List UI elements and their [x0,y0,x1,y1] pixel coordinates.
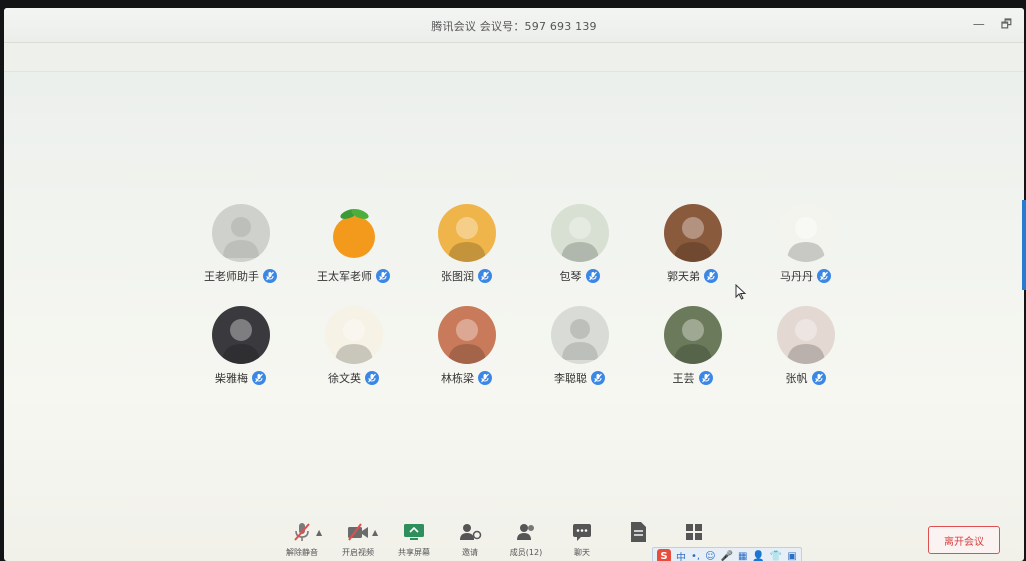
unmute-options-chevron-icon[interactable]: ▲ [316,528,322,537]
mic-muted-badge-icon [263,269,277,283]
ime-item[interactable]: ▣ [787,551,796,561]
participant-tile[interactable]: 马丹丹 [749,204,862,284]
participant-tile[interactable]: 包琴 [523,204,636,284]
ime-item[interactable]: 👕 [770,551,782,561]
start-video-label: 开启视频 [342,548,374,557]
meeting-info-bar [4,43,1024,72]
participant-avatar [437,204,496,262]
invite-button[interactable]: 邀请 [442,520,498,558]
default-avatar-icon [211,204,270,262]
participant-avatar [663,204,722,262]
participant-tile[interactable]: 李聪聪 [523,306,636,386]
ime-item[interactable]: ☺ [705,551,715,561]
share-screen-label: 共享屏幕 [398,548,430,557]
share-screen-icon [401,520,427,544]
ime-item[interactable]: 中 [676,549,686,561]
unmute-label: 解除静音 [286,548,318,557]
participant-name: 王老师助手 [204,270,259,283]
chat-label: 聊天 [574,548,590,557]
mic-muted-badge-icon [478,371,492,385]
members-icon [513,520,539,544]
participant-tile[interactable]: 林栋梁 [410,306,523,386]
meeting-window: 腾讯会议 会议号：597 693 139 — 🗗 王老师助手 王太军老师 张图润 包琴… [4,8,1024,561]
participant-avatar [663,306,722,364]
mic-muted-badge-icon [252,371,266,385]
participant-avatar [437,306,496,364]
mic-muted-badge-icon [376,269,390,283]
mic-muted-badge-icon [585,269,600,283]
mic-muted-badge-icon [698,371,713,385]
participant-grid: 王老师助手 王太军老师 张图润 包琴 郭天弟 马丹丹柴雅梅 徐文英 林栋梁 李聪聪 王芸 张帆 [184,204,864,386]
participant-avatar [324,306,383,364]
participant-avatar [211,306,270,364]
ime-toolbar: S 中 •, ☺ 🎤 ▦ 👤 👕 ▣ [652,547,802,561]
participant-avatar [550,204,609,262]
mic-muted-icon [289,520,315,544]
participant-name: 徐文英 [328,372,361,385]
chat-button[interactable]: 聊天 [554,520,610,558]
invite-label: 邀请 [462,548,478,557]
participant-tile[interactable]: 王芸 [636,306,749,386]
start-video-button[interactable]: ▲ 开启视频 [330,520,386,558]
participant-name: 王芸 [672,372,695,385]
video-options-chevron-icon[interactable]: ▲ [372,528,378,537]
chat-icon [569,520,595,544]
restore-button[interactable]: 🗗 [1001,17,1012,31]
mouse-cursor-icon [735,284,747,300]
ime-item[interactable]: 👤 [752,551,764,561]
default-avatar-icon [550,306,609,364]
participant-name: 马丹丹 [780,270,813,283]
participant-name: 张帆 [785,372,808,385]
participant-avatar [776,306,835,364]
ime-item[interactable]: ▦ [738,551,747,561]
participant-avatar [325,204,383,262]
participant-name: 林栋梁 [441,372,474,385]
participant-name: 王太军老师 [317,270,372,283]
participant-name: 包琴 [559,270,582,283]
document-icon [625,520,651,544]
participant-name: 李聪聪 [554,372,587,385]
mic-muted-badge-icon [811,371,826,385]
participant-tile[interactable]: 王太军老师 [297,204,410,284]
participant-tile[interactable]: 张图润 [410,204,523,284]
participant-tile[interactable]: 徐文英 [297,306,410,386]
mic-muted-badge-icon [817,269,831,283]
sogou-logo-icon[interactable]: S [657,549,671,561]
participant-name: 郭天弟 [667,270,700,283]
share-screen-button[interactable]: 共享屏幕 [386,520,442,558]
ime-item[interactable]: •, [691,551,700,561]
invite-icon [457,520,483,544]
participant-tile[interactable]: 柴雅梅 [184,306,297,386]
participant-tile[interactable]: 张帆 [749,306,862,386]
participant-name: 柴雅梅 [215,372,248,385]
members-label: 成员(12) [509,548,543,557]
participant-avatar [776,204,835,262]
video-off-icon [345,520,371,544]
mic-muted-badge-icon [365,371,379,385]
unmute-button[interactable]: ▲ 解除静音 [274,520,330,558]
window-edge [1022,200,1026,290]
leave-meeting-button[interactable]: 离开会议 [928,526,1000,554]
participant-name: 张图润 [441,270,474,283]
members-button[interactable]: 成员(12) [498,520,554,558]
mic-muted-badge-icon [704,269,718,283]
participant-tile[interactable]: 郭天弟 [636,204,749,284]
apps-grid-icon [681,520,707,544]
participant-tile[interactable]: 王老师助手 [184,204,297,284]
mic-muted-badge-icon [591,371,605,385]
minimize-button[interactable]: — [973,17,985,31]
mic-muted-badge-icon [478,269,492,283]
window-title: 腾讯会议 会议号：597 693 139 [431,20,597,33]
ime-item[interactable]: 🎤 [721,551,733,561]
title-bar: 腾讯会议 会议号：597 693 139 — 🗗 [4,8,1024,43]
